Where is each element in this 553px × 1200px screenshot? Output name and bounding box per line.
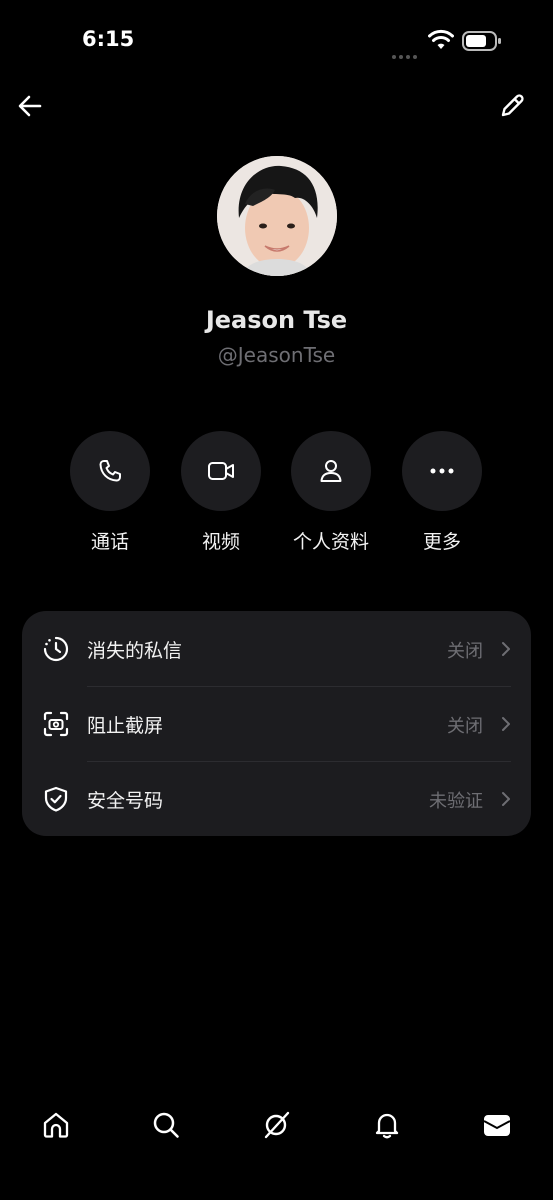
profile-label: 个人资料 (292, 531, 369, 553)
person-icon (320, 460, 342, 482)
chevron-right-icon (502, 792, 510, 806)
settings-row-value: 未验证 (429, 791, 483, 812)
more-button-circle[interactable] (402, 431, 482, 511)
chevron-right-icon (502, 717, 510, 731)
video-button-circle[interactable] (181, 431, 261, 511)
video-label: 视频 (201, 531, 240, 553)
screenshot-icon (43, 711, 69, 737)
status-bar: 6:15 (0, 0, 553, 80)
more-button[interactable]: 更多 (387, 431, 497, 561)
more-label: 更多 (422, 531, 461, 553)
settings-row-label: 消失的私信 (87, 640, 183, 662)
shield-check-icon (44, 786, 68, 812)
call-button[interactable]: 通话 (55, 431, 165, 561)
wifi-icon (428, 29, 454, 49)
battery-icon (462, 31, 501, 51)
bottom-nav (0, 1100, 553, 1154)
settings-row-label: 安全号码 (87, 790, 164, 812)
grok-icon[interactable] (261, 1110, 291, 1140)
status-time: 6:15 (82, 27, 135, 51)
timer-icon (43, 636, 69, 662)
settings-row-disappearing-messages[interactable]: 消失的私信 关闭 (22, 611, 531, 686)
more-icon (430, 468, 454, 474)
avatar[interactable] (217, 156, 337, 276)
call-button-circle[interactable] (70, 431, 150, 511)
video-icon (208, 462, 234, 480)
settings-row-label: 阻止截屏 (87, 715, 164, 737)
settings-row-value: 关闭 (447, 716, 483, 737)
back-arrow-icon[interactable] (14, 90, 46, 122)
settings-row-block-screenshots[interactable]: 阻止截屏 关闭 (22, 686, 531, 761)
video-button[interactable]: 视频 (166, 431, 276, 561)
settings-card: 消失的私信 关闭 阻止截屏 关闭 安全号码 未验证 (22, 611, 531, 836)
cellular-signal-icon (392, 44, 422, 59)
profile-button-circle[interactable] (291, 431, 371, 511)
profile-name: Jeason Tse (205, 306, 348, 334)
search-icon[interactable] (151, 1110, 181, 1140)
settings-row-value: 关闭 (447, 641, 483, 662)
mail-icon[interactable] (482, 1110, 512, 1140)
phone-icon (99, 460, 121, 482)
edit-pencil-icon[interactable] (496, 90, 528, 122)
top-bar (0, 80, 553, 132)
settings-row-safety-number[interactable]: 安全号码 未验证 (22, 761, 531, 836)
bell-icon[interactable] (372, 1110, 402, 1140)
home-icon[interactable] (41, 1110, 71, 1140)
profile-handle: @JeasonTse (217, 343, 336, 367)
profile-button[interactable]: 个人资料 (276, 431, 386, 561)
chevron-right-icon (502, 642, 510, 656)
call-label: 通话 (90, 531, 129, 553)
